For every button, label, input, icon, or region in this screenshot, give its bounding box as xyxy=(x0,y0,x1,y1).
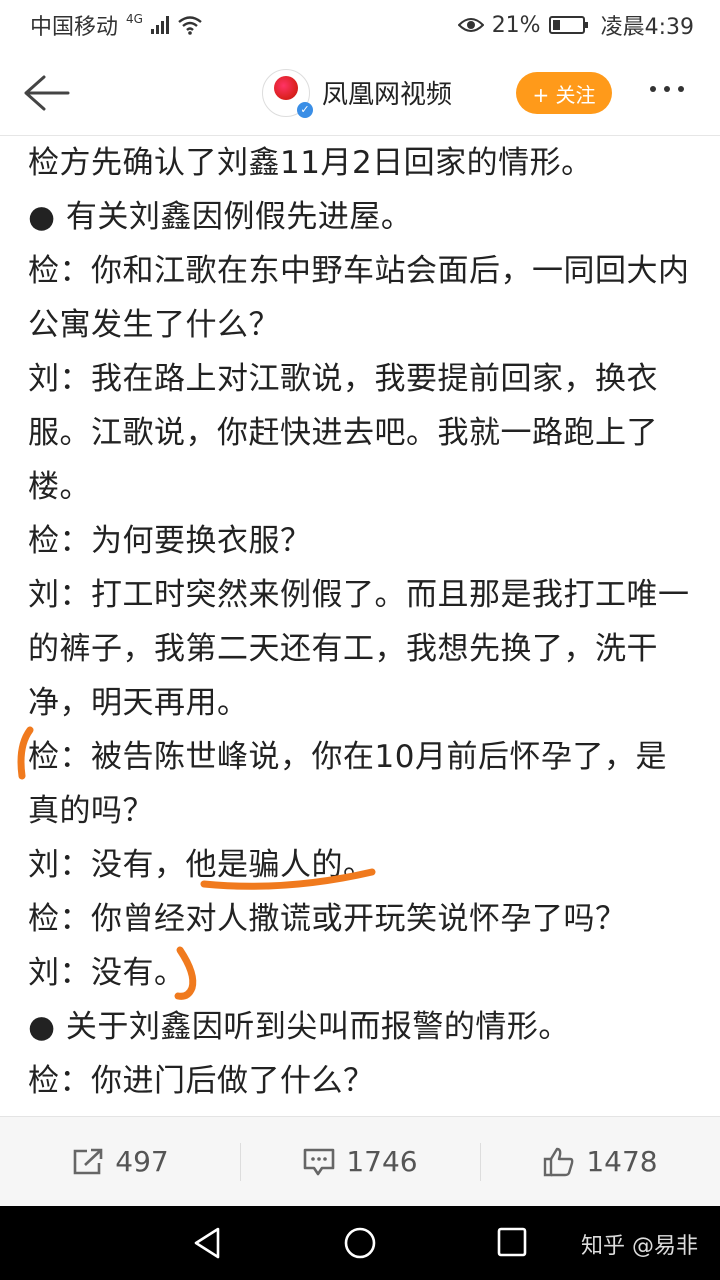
verified-badge-icon: ✓ xyxy=(297,101,313,118)
watermark: 知乎 @易非 xyxy=(581,1234,698,1259)
nav-bar: ✓ 凤凰网视频 + 关注 xyxy=(0,50,720,136)
clock: 凌晨4:39 xyxy=(600,15,694,40)
like-button[interactable]: 1478 xyxy=(480,1117,720,1207)
section-heading: ● 关于刘鑫因听到尖叫而报警的情形。 xyxy=(28,1009,570,1045)
signal-icon xyxy=(150,16,169,34)
eye-icon xyxy=(457,18,484,32)
share-count: 497 xyxy=(115,1145,169,1178)
channel-avatar[interactable]: ✓ xyxy=(262,68,313,118)
system-nav-bar: 知乎 @易非 xyxy=(0,1206,720,1280)
paragraph: 刘：打工时突然来例假了。而且那是我打工唯一的裤子，我第二天还有工，我想先换了，洗… xyxy=(28,577,690,721)
thumbs-up-icon xyxy=(544,1147,574,1176)
like-count: 1478 xyxy=(586,1145,658,1178)
status-left: 中国移动 4G xyxy=(30,9,203,41)
action-bar: 497 1746 1478 xyxy=(0,1116,720,1206)
paragraph: 检方先确认了刘鑫11月2日回家的情形。 xyxy=(28,145,593,181)
status-bar: 中国移动 4G 21% 凌晨4:39 xyxy=(0,0,720,50)
network-type: 4G xyxy=(126,12,143,26)
share-icon xyxy=(73,1148,103,1174)
carrier-label: 中国移动 xyxy=(30,15,119,40)
paragraph: 刘：我在路上对江歌说，我要提前回家，换衣服。江歌说，你赶快进去吧。我就一路跑上了… xyxy=(28,361,658,505)
paragraph: 刘：没有。 xyxy=(28,955,186,991)
paragraph: 检：你进门后做了什么？ xyxy=(28,1063,375,1099)
back-button[interactable] xyxy=(0,50,90,136)
paragraph: 检：你和江歌在东中野车站会面后，一同回大内公寓发生了什么？ xyxy=(28,253,690,343)
comment-button[interactable]: 1746 xyxy=(240,1117,480,1207)
status-right: 21% 凌晨4:39 xyxy=(457,9,694,41)
comment-icon xyxy=(304,1148,335,1175)
section-heading: ● 有关刘鑫因例假先进屋。 xyxy=(28,199,413,235)
battery-icon xyxy=(548,16,588,34)
paragraph: 检：被告陈世峰说，你在10月前后怀孕了，是真的吗？ xyxy=(28,739,667,829)
back-arrow-icon xyxy=(24,75,70,110)
article-content: 检方先确认了刘鑫11月2日回家的情形。 ● 有关刘鑫因例假先进屋。 检：你和江歌… xyxy=(0,136,720,1116)
channel-info[interactable]: ✓ 凤凰网视频 xyxy=(262,68,452,118)
back-triangle-icon[interactable] xyxy=(190,1226,224,1260)
phoenix-logo-icon xyxy=(274,75,298,100)
home-circle-icon[interactable] xyxy=(342,1226,378,1262)
follow-button[interactable]: + 关注 xyxy=(516,72,612,114)
paragraph: 检：为何要换衣服？ xyxy=(28,523,312,559)
paragraph: 刘：没有，他是骗人的。 xyxy=(28,847,375,883)
comment-count: 1746 xyxy=(346,1145,418,1178)
more-options-icon[interactable] xyxy=(650,86,684,92)
paragraph: 检：你曾经对人撒谎或开玩笑说怀孕了吗？ xyxy=(28,901,627,937)
battery-percent: 21% xyxy=(491,12,541,38)
wifi-icon xyxy=(178,16,202,35)
channel-name[interactable]: 凤凰网视频 xyxy=(322,74,452,111)
share-button[interactable]: 497 xyxy=(0,1117,240,1207)
recents-square-icon[interactable] xyxy=(496,1226,528,1260)
